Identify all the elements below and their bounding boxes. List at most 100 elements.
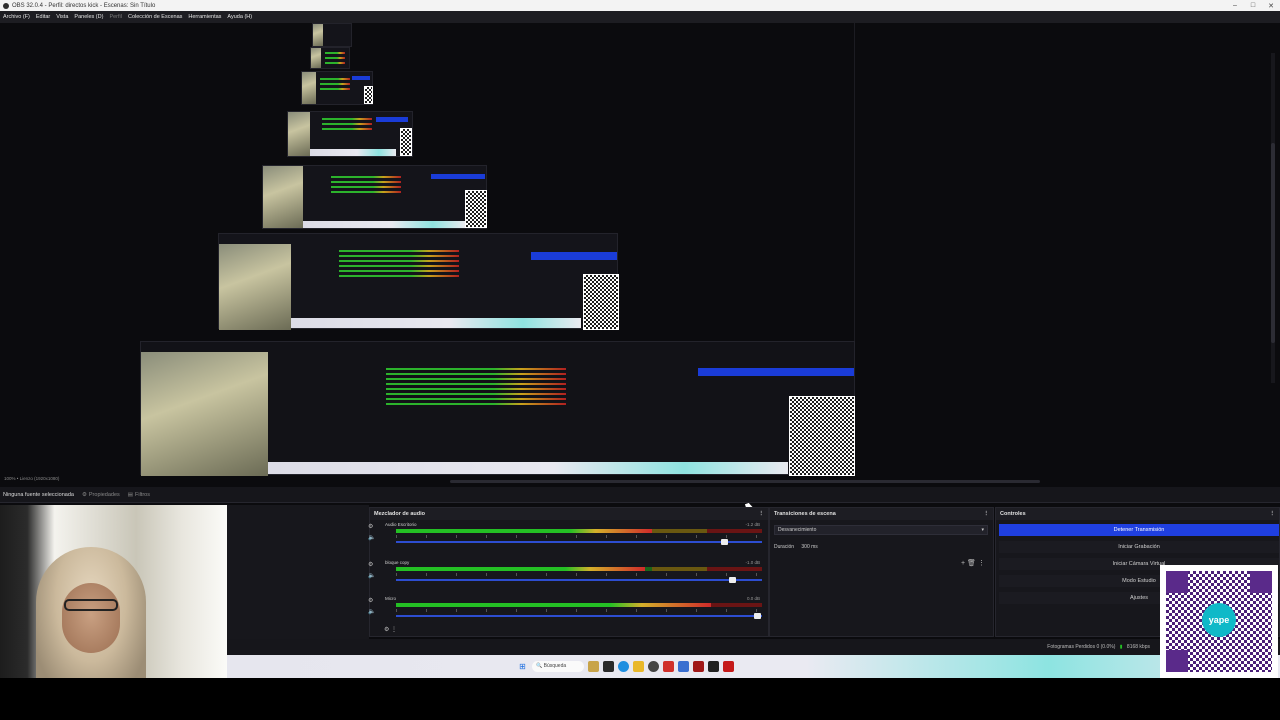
minimize-button[interactable]: – — [1226, 2, 1244, 9]
app3-icon — [723, 661, 734, 672]
slider-handle[interactable] — [721, 539, 729, 545]
menu-archivo[interactable]: Archivo (F) — [3, 14, 30, 20]
bottom-letterbox — [0, 678, 1280, 720]
channel-name: Micro — [385, 596, 396, 601]
mixer-advanced-icon[interactable]: ⚙ ⋮ — [384, 626, 397, 633]
status-stats: Fotogramas Perdidos 0 (0.0%) ▮ 8168 kbps — [1047, 644, 1150, 650]
nested-preview-2 — [310, 47, 350, 69]
windows-start-icon: ⊞ — [519, 662, 526, 671]
channel-icons: ⚙ 🔈 — [368, 522, 375, 544]
yape-logo: yape — [1202, 603, 1236, 637]
menu-paneles[interactable]: Paneles (D) — [74, 14, 103, 20]
qr-code-overlay: yape — [1160, 565, 1278, 678]
channel-icons: ⚙ 🔈 — [368, 596, 375, 618]
preview-horizontal-scrollbar[interactable] — [0, 478, 1280, 485]
transitions-header: Transiciones de escena ⋮ — [770, 508, 993, 520]
gear-icon[interactable]: ⚙ — [368, 524, 373, 530]
edge-browser-icon — [618, 661, 629, 672]
speaker-icon[interactable]: 🔈 — [368, 609, 375, 615]
duration-input[interactable]: 300 ms — [801, 544, 817, 550]
properties-button[interactable]: ⚙ Propiedades — [82, 492, 120, 498]
window-title: OBS 32.0.4 - Perfil: directos kick - Esc… — [12, 2, 156, 9]
slider-handle[interactable] — [728, 577, 736, 583]
chevron-down-icon: ▾ — [981, 527, 984, 533]
controls-title: Controles — [1000, 511, 1026, 517]
channel-icons: ⚙ 🔈 — [368, 560, 375, 582]
transition-actions: + 🗑 ⋮ — [961, 559, 985, 567]
taskbar-capture: ⊞ 🔍 Búsqueda — [227, 655, 1280, 678]
taskbar-search-label: Búsqueda — [543, 663, 567, 669]
speaker-icon[interactable]: 🔈 — [368, 535, 375, 541]
bitrate: 8168 kbps — [1126, 644, 1150, 650]
nested-preview-main — [140, 341, 855, 476]
trash-icon[interactable]: 🗑 — [967, 560, 976, 567]
channel-name: Audio Escritorio — [385, 522, 417, 527]
channel-name: bloque copy — [385, 560, 410, 565]
menu-vista[interactable]: Vista — [56, 14, 68, 20]
dock-menu-icon[interactable]: ⋮ — [1270, 511, 1276, 517]
start-recording-button[interactable]: Iniciar Grabación — [999, 541, 1279, 553]
menu-ayuda[interactable]: Ayuda (H) — [227, 14, 252, 20]
obs-logo-icon — [3, 2, 9, 9]
program-preview[interactable]: 100% • Lienzo (1920x1080) — [0, 23, 1280, 511]
menu-perfil[interactable]: Perfil — [109, 14, 122, 20]
qr-code-icon: yape — [1166, 571, 1272, 672]
preview-zoom-status: 100% • Lienzo (1920x1080) — [4, 476, 60, 481]
signal-icon: ▮ — [1119, 644, 1123, 650]
status-bar: Fotogramas Perdidos 0 (0.0%) ▮ 8168 kbps — [227, 639, 1280, 655]
folder-icon — [588, 661, 599, 672]
speaker-icon[interactable]: 🔈 — [368, 573, 375, 579]
volume-meter — [396, 567, 762, 571]
webcam-glasses — [64, 599, 118, 611]
webcam-feed — [0, 505, 227, 678]
duration-row: Duración 300 ms — [774, 544, 818, 550]
mixer-channel: bloque copy -1.0 dB ⚙ 🔈 — [368, 560, 762, 594]
maximize-button[interactable]: □ — [1244, 2, 1262, 9]
gear-icon[interactable]: ⚙ — [368, 598, 373, 604]
channel-db: 0.0 dB — [746, 596, 760, 601]
volume-meter — [396, 529, 762, 533]
filters-label: Filtros — [134, 491, 150, 498]
menu-bar: Archivo (F) Editar Vista Paneles (D) Per… — [0, 11, 1280, 23]
more-icon[interactable]: ⋮ — [978, 560, 985, 567]
meter-ticks — [396, 609, 762, 612]
canvas-boundary — [854, 23, 855, 353]
file-explorer-icon — [633, 661, 644, 672]
transition-select[interactable]: Desvanecimiento ▾ — [774, 525, 988, 535]
menu-editar[interactable]: Editar — [36, 14, 50, 20]
dropped-frames: Fotogramas Perdidos 0 (0.0%) — [1047, 644, 1116, 650]
volume-slider[interactable] — [396, 613, 762, 619]
scene-transitions-dock: Transiciones de escena ⋮ Desvanecimiento… — [769, 507, 994, 637]
nested-preview-1 — [312, 23, 352, 47]
menu-herramientas[interactable]: Herramientas — [188, 14, 221, 20]
volume-meter — [396, 603, 762, 607]
audio-mixer-dock: Mezclador de audio ⋮ Audio Escritorio -1.… — [368, 507, 769, 637]
slider-handle[interactable] — [754, 613, 762, 619]
meter-ticks — [396, 535, 762, 538]
gear-icon: ⚙ — [81, 491, 87, 498]
close-button[interactable]: ✕ — [1262, 2, 1280, 10]
channel-db: -1.2 dB — [745, 522, 760, 527]
audio-mixer-title: Mezclador de audio — [374, 511, 426, 517]
channel-db: -1.0 dB — [745, 560, 760, 565]
nested-preview-6 — [218, 233, 619, 330]
stop-streaming-button[interactable]: Detener Transmisión — [999, 524, 1279, 536]
filters-button[interactable]: ▤ Filtros — [128, 492, 150, 498]
preview-vertical-scrollbar[interactable] — [1271, 53, 1275, 383]
dock-menu-icon[interactable]: ⋮ — [759, 511, 765, 517]
app-icon — [693, 661, 704, 672]
nested-preview-4 — [287, 111, 413, 157]
mixer-channel: Micro 0.0 dB ⚙ 🔈 — [368, 596, 762, 630]
filter-icon: ▤ — [127, 491, 133, 498]
volume-slider[interactable] — [396, 539, 762, 545]
menu-coleccion-escenas[interactable]: Colección de Escenas — [128, 14, 182, 20]
app2-icon — [708, 661, 719, 672]
gear-icon[interactable]: ⚙ — [368, 562, 373, 568]
source-toolbar: Ninguna fuente seleccionada ⚙ Propiedades… — [0, 487, 1280, 503]
dock-menu-icon[interactable]: ⋮ — [984, 511, 990, 517]
volume-slider[interactable] — [396, 577, 762, 583]
settings-gear-icon — [678, 661, 689, 672]
add-icon[interactable]: + — [961, 560, 965, 567]
obs-icon — [648, 661, 659, 672]
brave-icon — [663, 661, 674, 672]
